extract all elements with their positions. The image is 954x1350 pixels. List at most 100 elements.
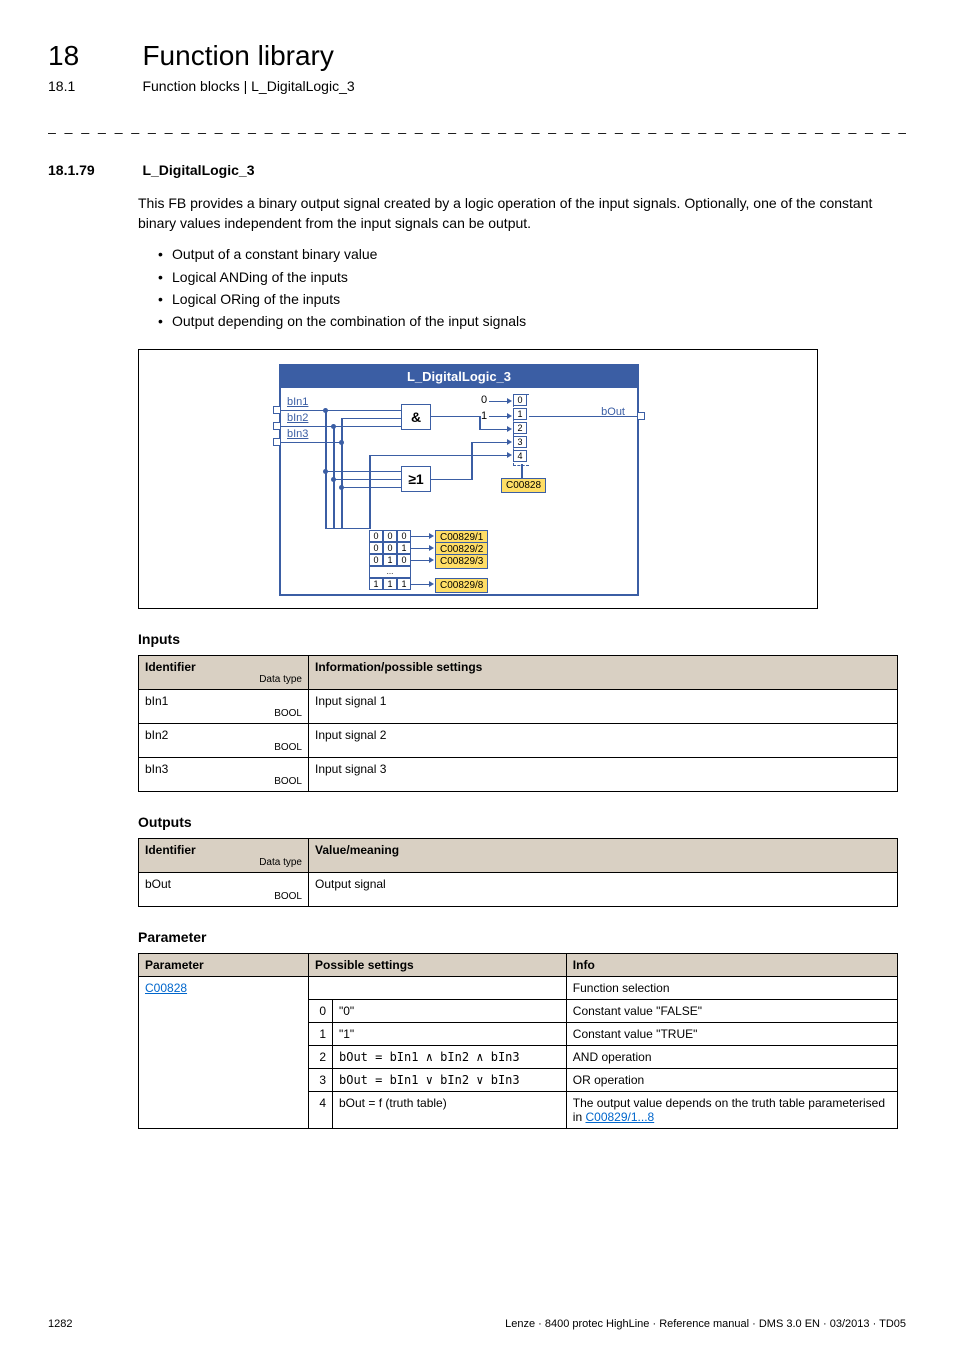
fb-box: L_DigitalLogic_3 bIn1 bIn2 bIn3 & ≥1 xyxy=(279,364,639,596)
mux-slot: 4 xyxy=(513,450,527,462)
arrow-icon xyxy=(429,581,434,587)
parameter-heading: Parameter xyxy=(138,929,906,945)
param-c00829-8: C00829/8 xyxy=(435,578,488,593)
truth-cell: 1 xyxy=(383,554,397,566)
col-datatype: Data type xyxy=(145,674,302,685)
param-link-c00828[interactable]: C00828 xyxy=(145,981,187,995)
cell-dt: BOOL xyxy=(145,891,302,902)
col-info: Info xyxy=(566,953,897,976)
wire xyxy=(431,479,471,481)
parameter-table: Parameter Possible settings Info C00828 … xyxy=(138,953,898,1129)
truth-row: 0 1 0 xyxy=(369,554,411,566)
cell-dt: BOOL xyxy=(145,742,302,753)
truth-cell: 1 xyxy=(383,578,397,590)
truth-cell: 0 xyxy=(383,530,397,542)
const-1-label: 1 xyxy=(481,410,487,422)
cell-info: Input signal 2 xyxy=(309,723,898,757)
truth-cell: 1 xyxy=(369,578,383,590)
section-title: Function blocks | L_DigitalLogic_3 xyxy=(142,78,354,94)
list-item: Logical ANDing of the inputs xyxy=(158,266,906,288)
arrow-icon xyxy=(429,557,434,563)
cell-id: bIn3 xyxy=(145,762,168,776)
arrow-icon xyxy=(507,452,512,458)
wire xyxy=(411,548,431,550)
cell-dt: BOOL xyxy=(145,776,302,787)
cell-info: Output signal xyxy=(309,872,898,906)
port-bout-label: bOut xyxy=(601,406,625,418)
subsection-number: 18.1.79 xyxy=(48,162,138,178)
cell-ps: bOut = bIn1 ∧ bIn2 ∧ bIn3 xyxy=(333,1045,567,1068)
divider: _ _ _ _ _ _ _ _ _ _ _ _ _ _ _ _ _ _ _ _ … xyxy=(48,118,906,134)
cell-n: 2 xyxy=(309,1045,333,1068)
truth-row: 1 1 1 xyxy=(369,578,411,590)
page-footer: 1282 Lenze · 8400 protec HighLine · Refe… xyxy=(48,1318,906,1330)
param-link-c00829[interactable]: C00829/1...8 xyxy=(585,1110,654,1124)
wire xyxy=(369,455,371,529)
cell-id: bOut xyxy=(145,877,171,891)
arrow-icon xyxy=(429,533,434,539)
truth-cell: 0 xyxy=(397,554,411,566)
wire xyxy=(281,442,341,444)
param-c00829-3: C00829/3 xyxy=(435,554,488,569)
wire xyxy=(411,584,431,586)
col-identifier: Identifier xyxy=(145,660,196,674)
port-bin2 xyxy=(273,422,281,430)
mux-slot: 0 xyxy=(513,394,527,406)
inputs-heading: Inputs xyxy=(138,631,906,647)
outputs-heading: Outputs xyxy=(138,814,906,830)
cell-id: bIn2 xyxy=(145,728,168,742)
cell-info: AND operation xyxy=(566,1045,897,1068)
mux-slot: 2 xyxy=(513,422,527,434)
cell-dt: BOOL xyxy=(145,708,302,719)
arrow-icon xyxy=(507,413,512,419)
cell-n: 3 xyxy=(309,1068,333,1091)
col-parameter: Parameter xyxy=(139,953,309,976)
chapter-number: 18 xyxy=(48,40,138,72)
table-row: C00828 Function selection xyxy=(139,976,898,999)
arrow-icon xyxy=(429,545,434,551)
page-number: 1282 xyxy=(48,1318,72,1330)
list-item: Logical ORing of the inputs xyxy=(158,288,906,310)
chapter-title: Function library xyxy=(142,40,333,72)
subsection-title: L_DigitalLogic_3 xyxy=(142,162,254,178)
table-row: bIn1BOOL Input signal 1 xyxy=(139,689,898,723)
cell-n: 0 xyxy=(309,999,333,1022)
bullet-list: Output of a constant binary value Logica… xyxy=(158,243,906,333)
wire xyxy=(471,442,509,444)
cell-n: 4 xyxy=(309,1091,333,1128)
truth-cell: 0 xyxy=(383,542,397,554)
cell-n: 1 xyxy=(309,1022,333,1045)
col-info: Information/possible settings xyxy=(315,660,482,674)
arrow-icon xyxy=(507,439,512,445)
wire xyxy=(489,416,509,418)
truth-cell: 0 xyxy=(397,530,411,542)
wire xyxy=(471,442,473,480)
cell-info: Input signal 3 xyxy=(309,757,898,791)
wire xyxy=(325,471,401,473)
port-bin1-label: bIn1 xyxy=(287,396,308,408)
port-bin3 xyxy=(273,438,281,446)
cell-ps: "0" xyxy=(333,999,567,1022)
wire xyxy=(489,401,509,403)
truth-cell: 0 xyxy=(369,554,383,566)
outputs-table: Identifier Data type Value/meaning bOutB… xyxy=(138,838,898,907)
truth-cell: 0 xyxy=(369,530,383,542)
cell-info: OR operation xyxy=(566,1068,897,1091)
arrow-icon xyxy=(507,426,512,432)
truth-cell: 1 xyxy=(397,578,411,590)
cell-id: bIn1 xyxy=(145,694,168,708)
wire xyxy=(281,410,401,412)
wire xyxy=(333,479,401,481)
mux-slot: 3 xyxy=(513,436,527,448)
arrow-icon xyxy=(507,398,512,404)
or-gate: ≥1 xyxy=(401,466,431,492)
fb-title: L_DigitalLogic_3 xyxy=(281,366,637,388)
body-paragraph: This FB provides a binary output signal … xyxy=(138,194,898,233)
list-item: Output depending on the combination of t… xyxy=(158,310,906,332)
table-row: bIn2BOOL Input signal 2 xyxy=(139,723,898,757)
param-c00828: C00828 xyxy=(501,478,546,493)
truth-row: 0 0 0 xyxy=(369,530,411,542)
col-value: Value/meaning xyxy=(315,843,399,857)
wire xyxy=(479,429,509,431)
port-bin3-label: bIn3 xyxy=(287,428,308,440)
